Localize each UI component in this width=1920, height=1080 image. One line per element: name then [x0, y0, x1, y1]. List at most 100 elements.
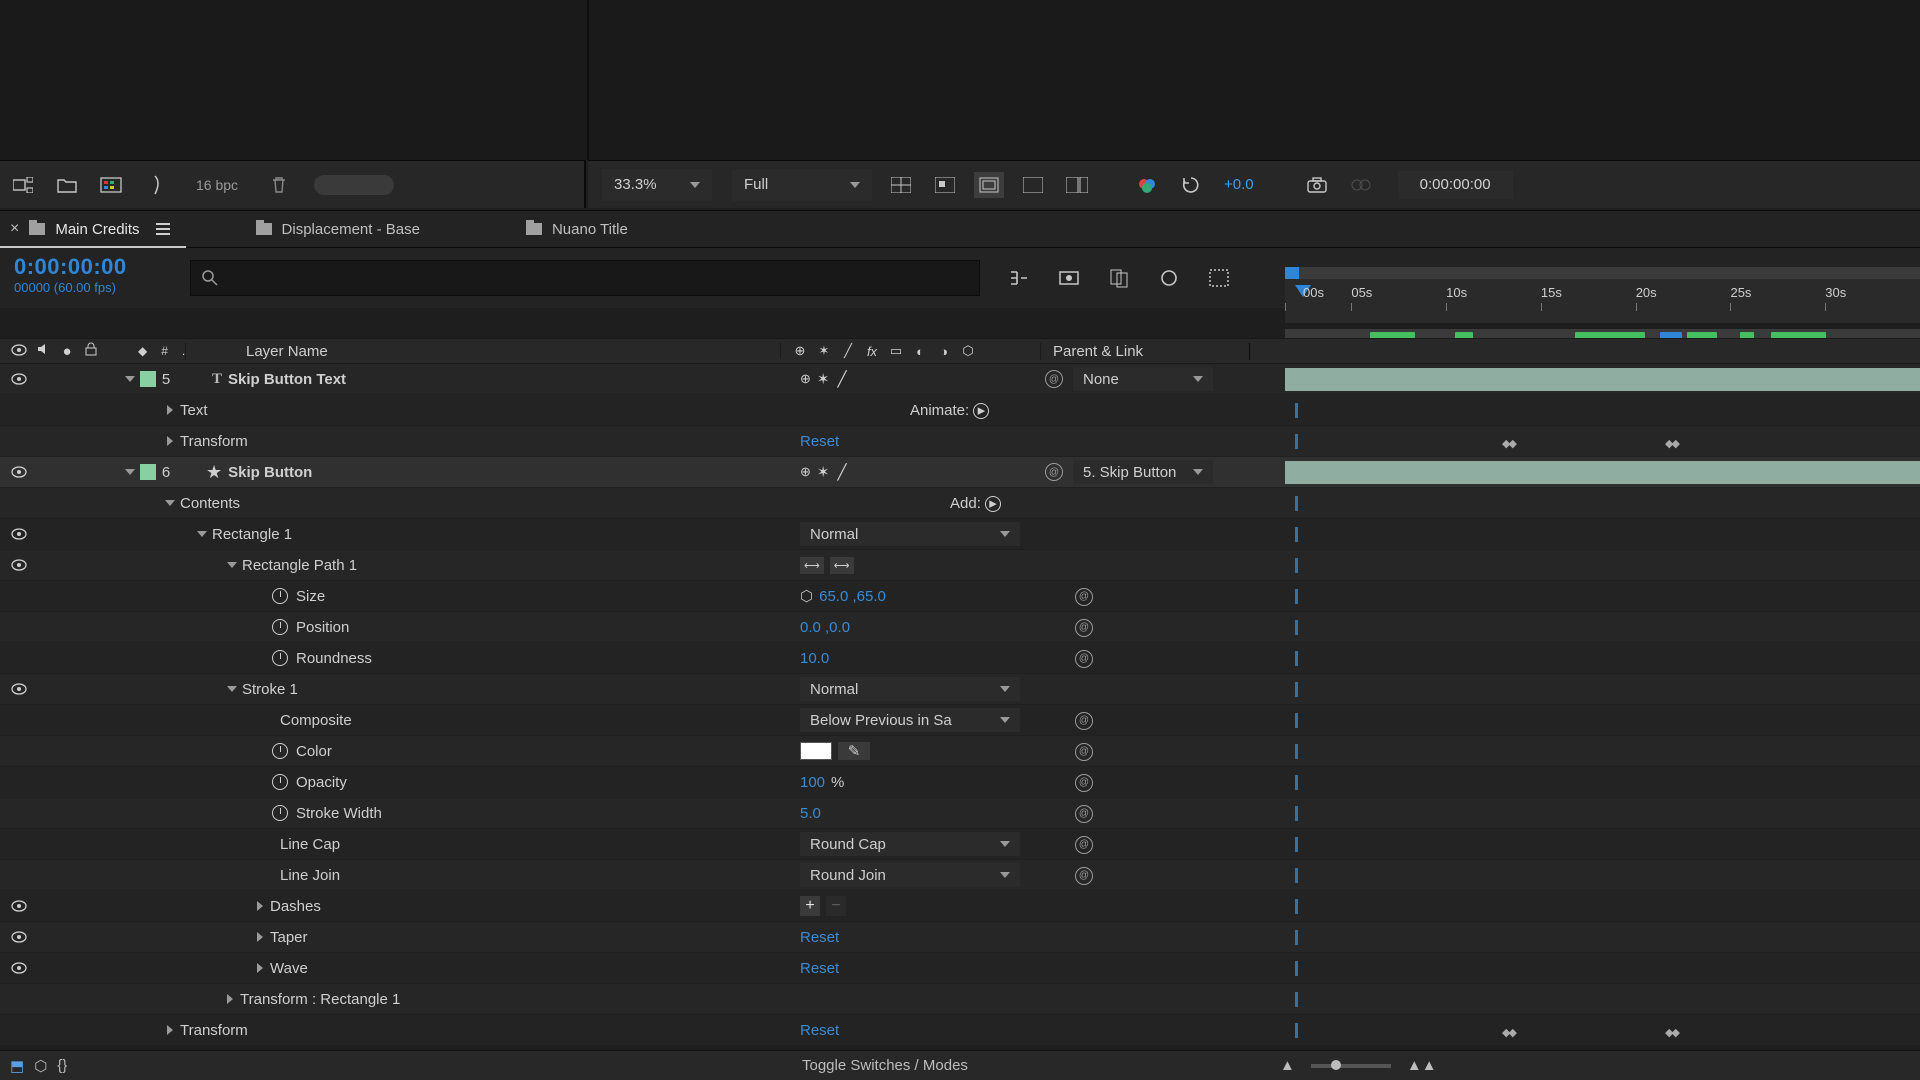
prop-group-wave[interactable]: Wave Reset — [0, 953, 1920, 984]
toggle-switches-modes[interactable]: Toggle Switches / Modes — [790, 1057, 1250, 1074]
show-snapshot-icon[interactable] — [1346, 172, 1376, 198]
video-toggle[interactable] — [10, 928, 28, 946]
reset-link[interactable]: Reset — [800, 960, 839, 977]
fx-icon[interactable]: fx — [863, 343, 881, 359]
prop-size[interactable]: Size ⬡65.0 ,65.0 @ — [0, 581, 1920, 612]
collapse-icon[interactable]: ✶ — [815, 343, 833, 359]
layer-row-5[interactable]: 5 T Skip Button Text ⊕✶╱ @ None — [0, 364, 1920, 395]
prop-composite[interactable]: Composite Below Previous in Sa @ — [0, 705, 1920, 736]
linejoin-dropdown[interactable]: Round Join — [800, 863, 1020, 887]
prop-position[interactable]: Position 0.0 ,0.0 @ — [0, 612, 1920, 643]
twisty[interactable] — [250, 901, 270, 911]
tab-displacement[interactable]: Displacement - Base — [246, 211, 436, 247]
prop-group-dashes[interactable]: Dashes +− — [0, 891, 1920, 922]
blendmode-dropdown[interactable]: Normal — [800, 522, 1020, 546]
pickwhip-icon[interactable]: @ — [1075, 867, 1093, 885]
tab-menu-icon[interactable] — [156, 223, 170, 235]
add-menu-icon[interactable]: ▸ — [985, 496, 1001, 512]
prop-group-stroke-1[interactable]: Stroke 1 Normal — [0, 674, 1920, 705]
color-swatch[interactable] — [800, 742, 832, 760]
video-toggle[interactable] — [10, 370, 28, 388]
motionblur-switch-icon[interactable]: ◐ — [911, 343, 929, 359]
prop-group-taper[interactable]: Taper Reset — [0, 922, 1920, 953]
zoom-in-icon[interactable]: ▲▲ — [1407, 1057, 1437, 1074]
blendmode-dropdown[interactable]: Normal — [800, 677, 1020, 701]
path-direction-icon[interactable]: ⟷ — [800, 557, 824, 574]
work-area-bar[interactable] — [1285, 267, 1920, 279]
stopwatch-icon[interactable] — [272, 774, 288, 790]
stopwatch-icon[interactable] — [272, 805, 288, 821]
eyedropper-icon[interactable]: ✎ — [838, 742, 870, 760]
add-dash-button[interactable]: + — [800, 896, 820, 916]
frameblend-icon[interactable]: ▭ — [887, 343, 905, 359]
prop-linejoin[interactable]: Line Join Round Join @ — [0, 860, 1920, 891]
twisty[interactable] — [220, 994, 240, 1004]
tab-nuano[interactable]: Nuano Title — [516, 211, 644, 247]
video-toggle[interactable] — [10, 897, 28, 915]
video-toggle[interactable] — [10, 463, 28, 481]
constrain-icon[interactable]: ⬡ — [800, 587, 813, 605]
zoom-slider[interactable] — [1311, 1064, 1391, 1068]
grid-icon[interactable] — [1018, 172, 1048, 198]
video-toggle[interactable] — [10, 959, 28, 977]
video-toggle[interactable] — [10, 556, 28, 574]
current-timecode[interactable]: 0:00:00:00 — [14, 254, 190, 280]
pickwhip-icon[interactable]: @ — [1045, 463, 1063, 481]
parentlink-column-header[interactable]: Parent & Link — [1040, 343, 1250, 360]
reset-exposure-icon[interactable] — [1176, 172, 1206, 198]
twisty[interactable] — [192, 531, 212, 537]
label-color[interactable] — [140, 464, 156, 480]
snapshot-icon[interactable] — [1302, 172, 1332, 198]
trash-icon[interactable] — [266, 174, 292, 196]
pickwhip-icon[interactable]: @ — [1045, 370, 1063, 388]
quality-icon[interactable]: ╱ — [839, 343, 857, 359]
stopwatch-icon[interactable] — [272, 650, 288, 666]
flowchart-icon[interactable] — [10, 174, 36, 196]
reset-link[interactable]: Reset — [800, 929, 839, 946]
stopwatch-icon[interactable] — [272, 743, 288, 759]
composite-dropdown[interactable]: Below Previous in Sa — [800, 708, 1020, 732]
twisty[interactable] — [250, 932, 270, 942]
twisty[interactable] — [160, 1025, 180, 1035]
frame-blend-icon[interactable] — [1104, 265, 1134, 291]
prop-group-contents[interactable]: Contents Add: ▸ — [0, 488, 1920, 519]
motion-blur-icon[interactable] — [1154, 265, 1184, 291]
safezone-icon[interactable] — [974, 172, 1004, 198]
parent-dropdown[interactable]: None — [1073, 367, 1213, 391]
pickwhip-icon[interactable]: @ — [1075, 712, 1093, 730]
prop-value[interactable]: 100 — [800, 774, 825, 791]
bit-depth-label[interactable]: 16 bpc — [186, 175, 248, 195]
3d-switch-icon[interactable]: ⬡ — [959, 343, 977, 359]
search-pill[interactable] — [314, 175, 394, 195]
linecap-dropdown[interactable]: Round Cap — [800, 832, 1020, 856]
parent-dropdown[interactable]: 5. Skip Button — [1073, 460, 1213, 484]
stopwatch-icon[interactable] — [272, 619, 288, 635]
time-ruler[interactable]: 00s 05s 10s 15s 20s 25s 30s — [1285, 278, 1920, 323]
layername-column-header[interactable]: Layer Name — [185, 343, 780, 360]
footer-btn-2[interactable]: ⬡ — [34, 1057, 47, 1075]
footer-btn-3[interactable]: {} — [57, 1057, 67, 1075]
exposure-value[interactable]: +0.0 — [1224, 176, 1254, 193]
prop-group-transform-layer6[interactable]: Transform Reset ◆◆◆◆ — [0, 1015, 1920, 1046]
prop-group-text[interactable]: Text Animate: ▸ — [0, 395, 1920, 426]
video-toggle[interactable] — [10, 525, 28, 543]
mask-toggle-icon[interactable] — [930, 172, 960, 198]
twisty[interactable] — [250, 963, 270, 973]
prop-value[interactable]: 65.0 ,65.0 — [819, 588, 886, 605]
lock-column-icon[interactable] — [82, 342, 100, 360]
new-comp-icon[interactable] — [98, 174, 124, 196]
prop-value[interactable]: 5.0 — [800, 805, 821, 822]
prop-group-transform-rect[interactable]: Transform : Rectangle 1 — [0, 984, 1920, 1015]
audio-column-icon[interactable] — [34, 342, 52, 360]
video-column-icon[interactable] — [10, 343, 28, 360]
tab-main-credits[interactable]: × Main Credits — [0, 211, 186, 247]
twisty[interactable] — [160, 500, 180, 506]
twisty[interactable] — [222, 686, 242, 692]
twisty[interactable] — [160, 436, 180, 446]
graph-editor-icon[interactable] — [1204, 265, 1234, 291]
path-direction-icon[interactable]: ⟷ — [830, 557, 854, 574]
zoom-out-icon[interactable]: ▲ — [1280, 1057, 1295, 1074]
folder-icon[interactable] — [54, 174, 80, 196]
layer-row-6[interactable]: 6 ★ Skip Button ⊕✶╱ @ 5. Skip Button — [0, 457, 1920, 488]
prop-strokewidth[interactable]: Stroke Width 5.0 @ — [0, 798, 1920, 829]
